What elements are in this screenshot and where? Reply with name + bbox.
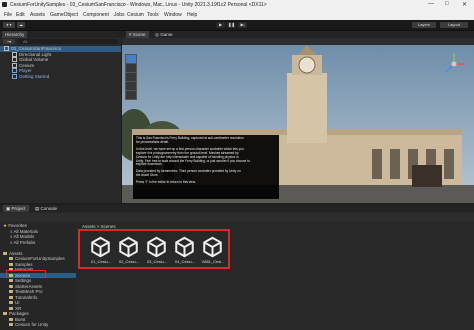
scene-asset-label: V881_Cesi...	[201, 259, 225, 264]
menu-help[interactable]: Help	[187, 12, 197, 18]
tab-game[interactable]: ◎ Game	[152, 31, 175, 38]
rect-tool-button[interactable]	[125, 90, 137, 100]
folder-icon	[9, 257, 13, 261]
tab-console[interactable]: ▤ Console	[32, 205, 60, 212]
orientation-gizmo-icon[interactable]	[440, 50, 468, 78]
close-button[interactable]: ✕	[462, 1, 467, 8]
folder-icon	[9, 284, 13, 288]
folder-icon	[3, 251, 7, 255]
menu-edit[interactable]: Edit	[16, 12, 25, 18]
folder-icon	[9, 301, 13, 305]
folder-icon	[9, 306, 13, 310]
folder-icon	[9, 323, 13, 327]
scene-asset-label: 02_Cesiu...	[118, 259, 140, 264]
hierarchy-item[interactable]: Getting Started	[0, 74, 49, 80]
window-title: CesiumForUnitySamples - 03_CesiumSanFran…	[10, 2, 267, 8]
unity-scene-icon[interactable]	[145, 236, 168, 258]
unity-logo-icon	[2, 2, 7, 7]
menu-jobs[interactable]: Jobs	[114, 12, 125, 18]
folder-icon	[9, 290, 13, 294]
info-overlay: This is San Francisco's Ferry Building, …	[133, 135, 279, 199]
game-tab-icon: ◎	[155, 32, 159, 37]
console-tab-icon: ▤	[35, 206, 40, 211]
scene-view-toolbar	[122, 38, 474, 45]
scene-tab-icon: #	[129, 32, 132, 37]
unity-scene-icon[interactable]	[173, 236, 196, 258]
search-icon: ⌕	[10, 239, 13, 245]
menu-file[interactable]: File	[4, 12, 12, 18]
info-text: This is San Francisco's Ferry Building, …	[136, 136, 250, 185]
highlight-box-scenes	[6, 270, 46, 278]
unity-scene-icon[interactable]	[201, 236, 224, 258]
folder-icon	[9, 295, 13, 299]
minimize-button[interactable]: —	[428, 1, 434, 7]
cloud-icon[interactable]: ☁	[17, 22, 25, 28]
play-button[interactable]: ▶	[216, 22, 225, 28]
scene-asset-label: 03_Cesiu...	[146, 259, 168, 264]
menu-cesium[interactable]: Cesium	[127, 12, 144, 18]
project-toolbar	[0, 213, 474, 221]
account-dropdown[interactable]: ♦ ▾	[3, 22, 15, 28]
title-bar: CesiumForUnitySamples - 03_CesiumSanFran…	[0, 0, 474, 10]
hierarchy-search-input[interactable]: All	[18, 39, 118, 44]
maximize-button[interactable]: □	[445, 1, 449, 7]
tree-item[interactable]: Cesium for Unity	[0, 322, 48, 328]
add-object-button[interactable]: +▾	[3, 39, 15, 44]
menu-gameobject[interactable]: GameObject	[50, 12, 78, 18]
hierarchy-panel: Hierarchy +▾ All 03_CesiumSanFrancisco D…	[0, 31, 121, 203]
menu-window[interactable]: Window	[164, 12, 182, 18]
main-toolbar	[0, 20, 474, 31]
folder-tab-icon: ▣	[6, 206, 11, 211]
layout-dropdown[interactable]: Layout	[440, 22, 468, 28]
tab-scene[interactable]: # Scene	[126, 31, 149, 38]
tree-item[interactable]: ⌕ All Prefabs	[0, 240, 35, 246]
folder-icon	[3, 312, 7, 316]
unity-scene-icon[interactable]	[117, 236, 140, 258]
pause-button[interactable]: ❚❚	[227, 22, 236, 28]
folder-icon	[9, 262, 13, 266]
star-icon: ★	[3, 223, 8, 228]
unity-scene-icon[interactable]	[89, 236, 112, 258]
search-icon: ⌕	[10, 234, 13, 239]
menu-component[interactable]: Component	[83, 12, 109, 18]
step-button[interactable]: ▶|	[238, 22, 247, 28]
tab-hierarchy[interactable]: Hierarchy	[2, 31, 28, 38]
search-icon: ⌕	[10, 228, 13, 234]
menu-bar: File Edit Assets GameObject Component Jo…	[0, 10, 474, 20]
menu-assets[interactable]: Assets	[30, 12, 45, 18]
folder-icon	[9, 279, 13, 283]
prefab-icon	[12, 73, 17, 79]
scene-asset-label: 04_Cesiu...	[174, 259, 196, 264]
layers-dropdown[interactable]: Layers	[412, 22, 436, 28]
scene-asset-label: 01_Cesiu...	[90, 259, 112, 264]
menu-tools[interactable]: Tools	[147, 12, 159, 18]
folder-icon	[9, 317, 13, 321]
tab-project[interactable]: ▣ Project	[3, 205, 29, 212]
